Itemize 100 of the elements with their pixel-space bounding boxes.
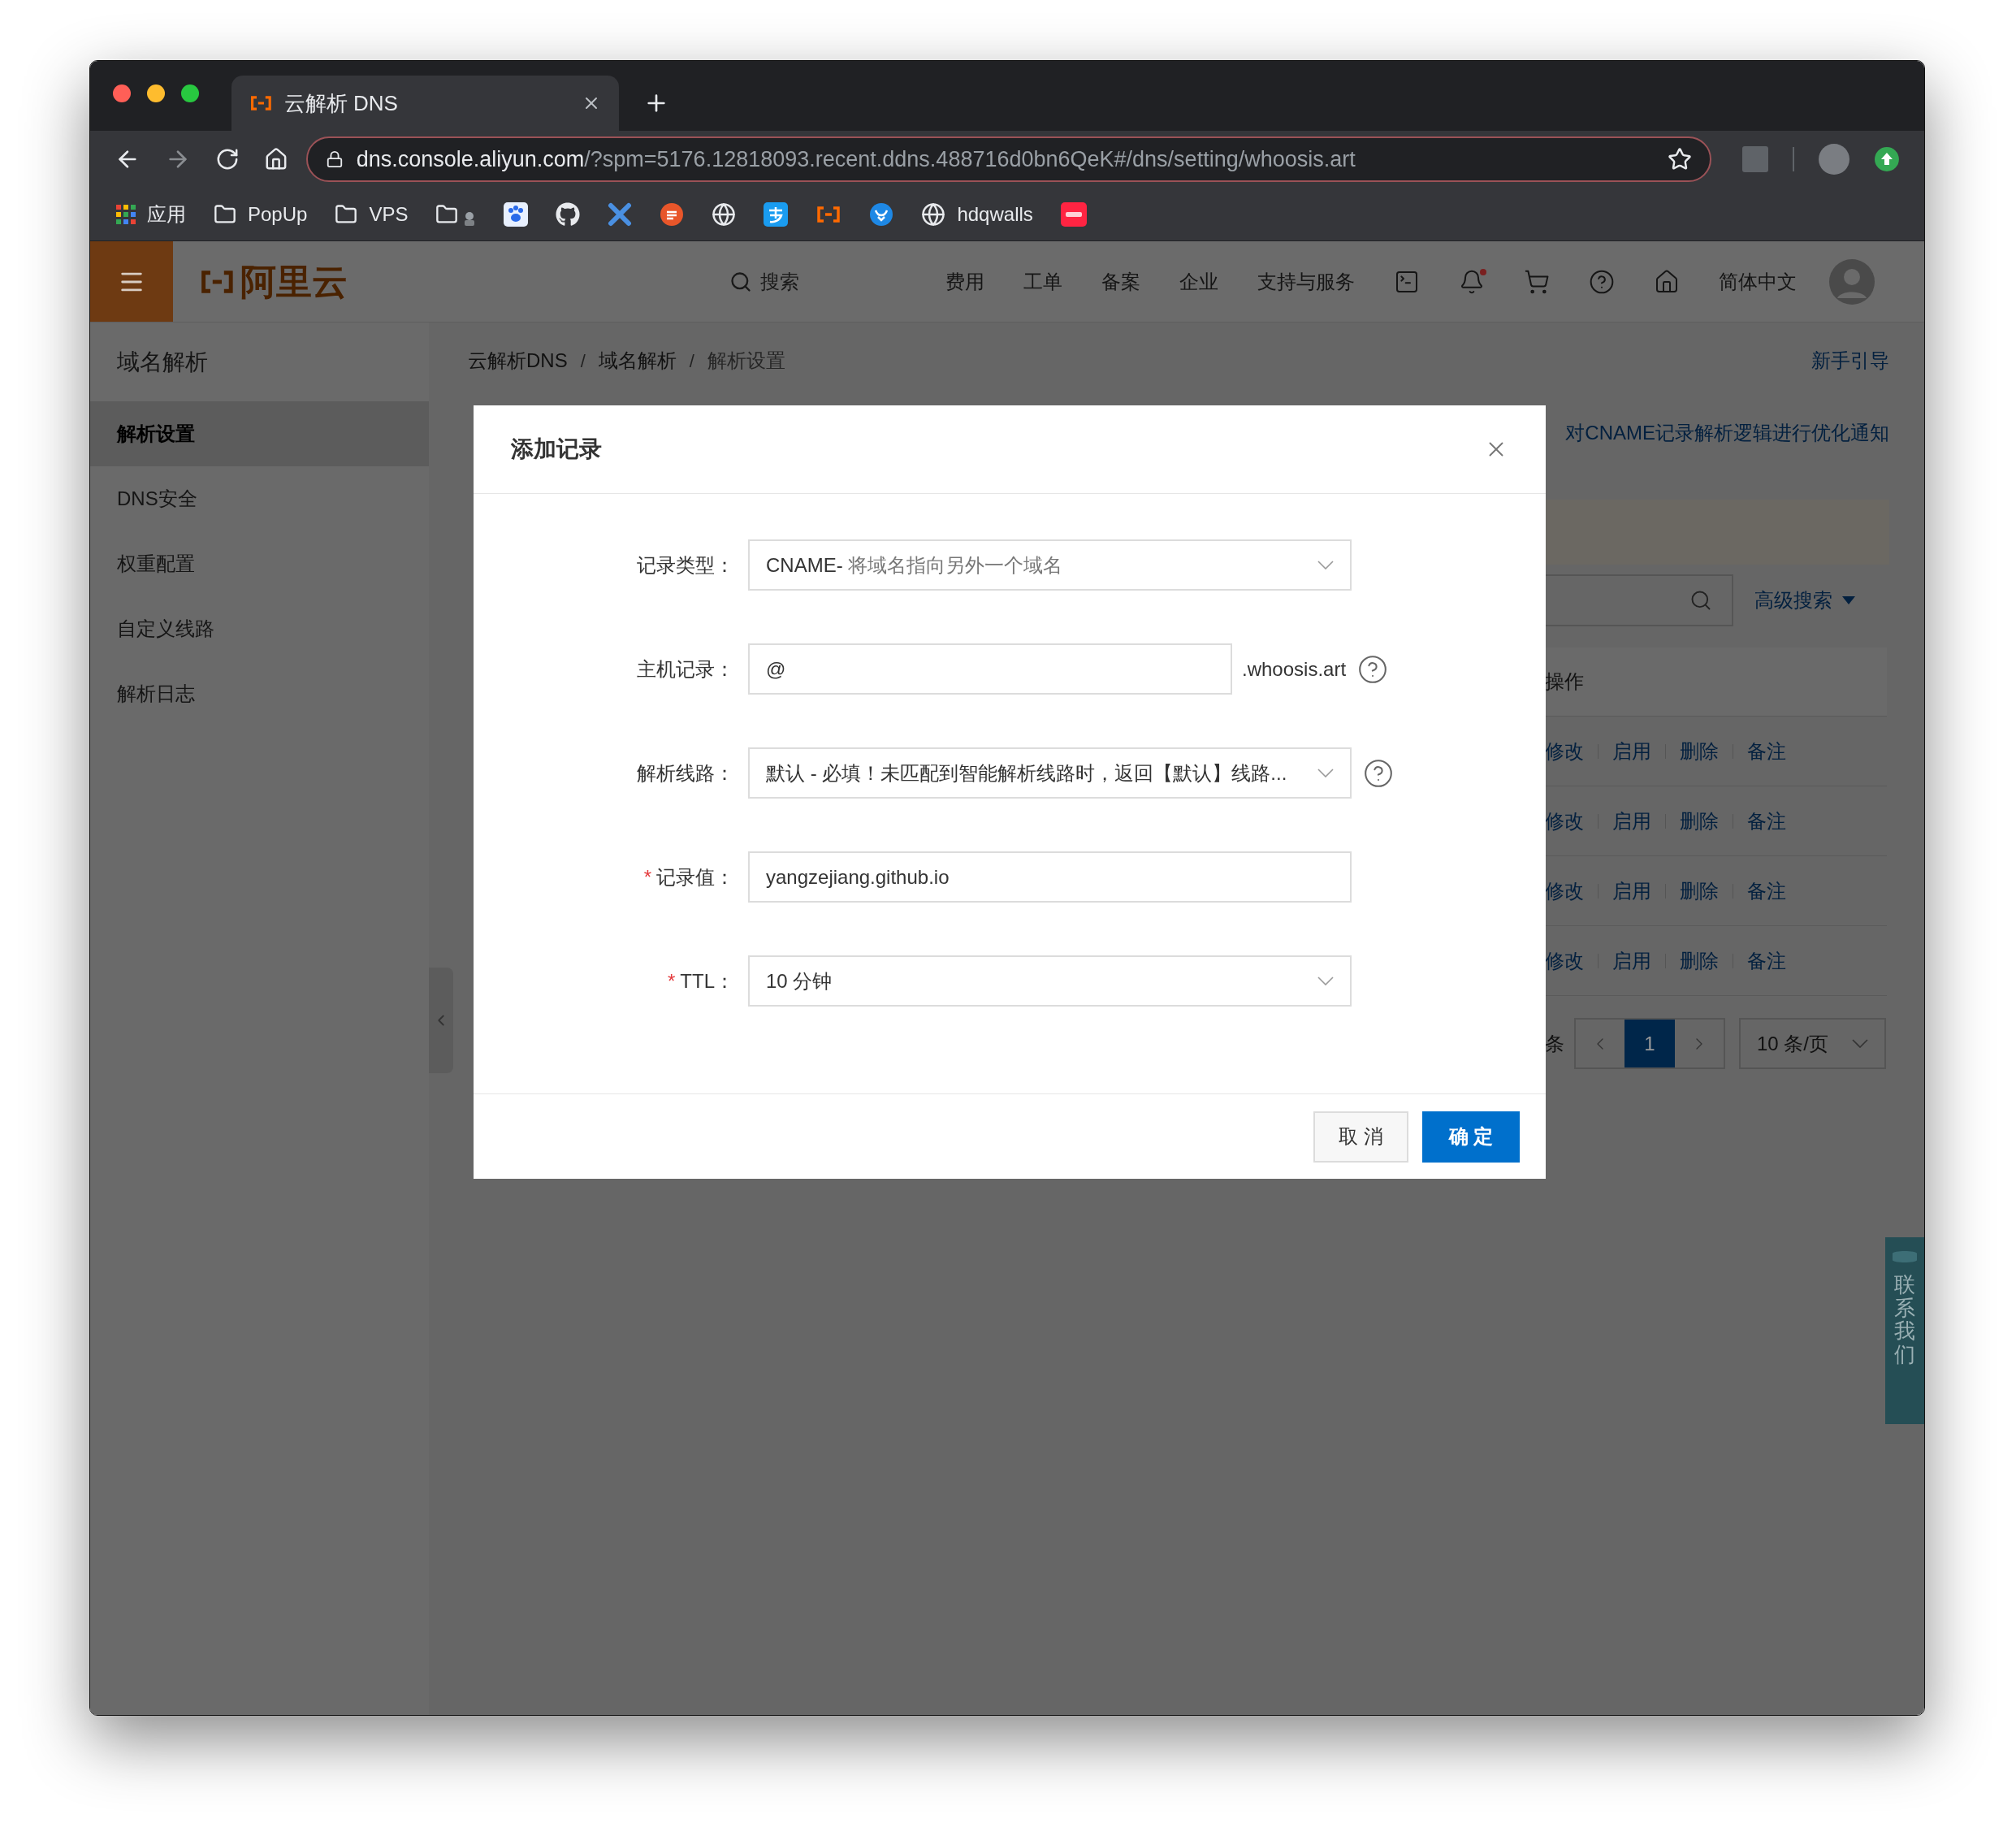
bookmark-item[interactable]: VPS bbox=[335, 199, 409, 229]
action-link[interactable]: 启用 bbox=[1612, 806, 1651, 836]
field-label: 解析线路： bbox=[637, 760, 734, 786]
column-header: 操作 bbox=[1545, 669, 1584, 694]
bookmark-item[interactable] bbox=[435, 202, 477, 226]
maximize-window-button[interactable] bbox=[181, 84, 199, 102]
folder-icon bbox=[214, 202, 236, 226]
search-icon bbox=[729, 270, 752, 293]
bookmark-item[interactable]: hdqwalls bbox=[921, 199, 1033, 229]
notice-link[interactable]: 对CNAME记录解析逻辑进行优化通知 bbox=[1565, 418, 1889, 448]
advanced-search-link[interactable]: 高级搜索 bbox=[1754, 586, 1855, 615]
globe-icon bbox=[921, 201, 946, 227]
cancel-button[interactable]: 取 消 bbox=[1313, 1111, 1408, 1163]
page-button[interactable]: 1 bbox=[1624, 1020, 1675, 1067]
sidebar-item[interactable]: 权重配置 bbox=[90, 531, 429, 596]
text-input[interactable]: @ bbox=[748, 643, 1232, 695]
dialog-title: 添加记录 bbox=[511, 435, 602, 463]
action-link[interactable]: 删除 bbox=[1680, 876, 1719, 906]
bookmark-item[interactable] bbox=[1060, 201, 1087, 227]
breadcrumb-separator: / bbox=[580, 349, 586, 373]
confirm-button[interactable]: 确 定 bbox=[1422, 1111, 1520, 1163]
chevron-down-icon bbox=[1317, 976, 1334, 985]
nav-link[interactable]: 费用 bbox=[945, 266, 984, 297]
action-link[interactable]: 修改 bbox=[1545, 946, 1584, 976]
nav-link[interactable]: 支持与服务 bbox=[1257, 266, 1355, 297]
action-link[interactable]: 修改 bbox=[1545, 736, 1584, 766]
url-text: dns.console.aliyun.com/?spm=5176.12818093.recent.ddns.488716d0bn6QeK#/dns/setting/whoosis.art bbox=[356, 145, 1356, 173]
chevron-down-icon bbox=[1852, 1039, 1868, 1048]
paw-icon bbox=[504, 201, 529, 227]
breadcrumb-separator: / bbox=[689, 349, 694, 373]
lock-icon bbox=[325, 150, 344, 168]
domain-suffix: .whoosis.art bbox=[1242, 656, 1347, 682]
language-label[interactable]: 简体中文 bbox=[1718, 266, 1797, 297]
action-link[interactable]: 启用 bbox=[1612, 736, 1651, 766]
action-link[interactable]: 备注 bbox=[1747, 876, 1786, 906]
select-field[interactable]: 10 分钟 bbox=[748, 955, 1352, 1007]
nav-link[interactable]: 工单 bbox=[1023, 266, 1062, 297]
help-icon[interactable] bbox=[1357, 653, 1389, 685]
chat-bubble-icon bbox=[660, 201, 685, 227]
caret-icon bbox=[1842, 596, 1855, 604]
folder-icon bbox=[335, 202, 358, 226]
field-label: 主机记录： bbox=[637, 656, 734, 682]
bookmark-star-icon[interactable] bbox=[1668, 147, 1693, 171]
nav-link[interactable]: 企业 bbox=[1179, 266, 1218, 297]
select-field[interactable]: CNAME- 将域名指向另外一个域名 bbox=[748, 539, 1352, 591]
sidebar-item[interactable]: 自定义线路 bbox=[90, 596, 429, 661]
globe-icon bbox=[712, 201, 737, 227]
browser-tab[interactable]: 云解析 DNS bbox=[231, 76, 619, 131]
bookmark-item[interactable] bbox=[660, 201, 685, 227]
action-link[interactable]: 备注 bbox=[1747, 946, 1786, 976]
action-link[interactable]: 删除 bbox=[1680, 736, 1719, 766]
field-label: TTL： bbox=[680, 968, 734, 994]
help-icon[interactable] bbox=[1588, 268, 1615, 295]
required-asterisk: * bbox=[668, 968, 676, 994]
contact-us-tab[interactable]: 联系我们 bbox=[1885, 1237, 1924, 1424]
bookmark-item[interactable] bbox=[556, 201, 581, 227]
action-link[interactable]: 备注 bbox=[1747, 806, 1786, 836]
sidebar-item[interactable]: 解析日志 bbox=[90, 661, 429, 726]
search-icon bbox=[1689, 589, 1712, 612]
breadcrumb-item: 解析设置 bbox=[707, 349, 785, 373]
apps-grid-icon bbox=[116, 204, 136, 224]
logo-icon bbox=[199, 270, 236, 293]
payment-app-icon bbox=[764, 201, 789, 227]
address-bar[interactable]: dns.console.aliyun.com/?spm=5176.12818093.recent.ddns.488716d0bn6QeK#/dns/setting/whoosis.art bbox=[305, 136, 1712, 182]
action-link[interactable]: 备注 bbox=[1747, 736, 1786, 766]
action-link[interactable]: 启用 bbox=[1612, 876, 1651, 906]
field-label: 记录值： bbox=[656, 864, 734, 890]
folder-with-user-icon bbox=[435, 202, 477, 226]
guide-link[interactable]: 新手引导 bbox=[1811, 346, 1889, 375]
bookmark-item[interactable] bbox=[764, 201, 789, 227]
collapse-handle[interactable] bbox=[429, 968, 453, 1073]
cross-icon bbox=[608, 201, 633, 227]
bookmark-item[interactable] bbox=[504, 201, 529, 227]
bookmark-item[interactable]: 应用 bbox=[116, 199, 186, 229]
total-count-text: 条 bbox=[1545, 1031, 1564, 1056]
search-field[interactable]: 搜索 bbox=[729, 266, 799, 297]
page-size-select[interactable]: 10 条/页 bbox=[1739, 1018, 1886, 1069]
nav-link[interactable]: 备案 bbox=[1101, 266, 1140, 297]
action-link[interactable]: 修改 bbox=[1545, 806, 1584, 836]
sidebar-item[interactable]: 解析设置 bbox=[90, 401, 429, 466]
action-link[interactable]: 启用 bbox=[1612, 946, 1651, 976]
close-window-button[interactable] bbox=[113, 84, 131, 102]
cart-icon[interactable] bbox=[1523, 268, 1550, 295]
action-link[interactable]: 修改 bbox=[1545, 876, 1584, 906]
menu-button[interactable] bbox=[90, 241, 173, 322]
minimize-window-button[interactable] bbox=[147, 84, 165, 102]
sidebar-item[interactable]: DNS安全 bbox=[90, 466, 429, 531]
breadcrumb-item[interactable]: 域名解析 bbox=[598, 346, 677, 375]
sidebar-title: 域名解析 bbox=[117, 348, 208, 376]
help-icon[interactable] bbox=[1363, 757, 1394, 789]
action-link[interactable]: 删除 bbox=[1680, 946, 1719, 976]
chevron-down-icon bbox=[1317, 561, 1334, 569]
profile-avatar[interactable] bbox=[1819, 144, 1850, 175]
select-field[interactable]: 默认 - 必填！未匹配到智能解析线路时，返回【默认】线路... bbox=[748, 747, 1352, 799]
bookmark-item[interactable]: PopUp bbox=[214, 199, 308, 229]
home-icon[interactable] bbox=[263, 147, 288, 171]
breadcrumb-item[interactable]: 云解析DNS bbox=[468, 346, 568, 375]
notebook-app-icon bbox=[1060, 201, 1087, 227]
text-input[interactable]: yangzejiang.github.io bbox=[748, 851, 1352, 903]
action-link[interactable]: 删除 bbox=[1680, 806, 1719, 836]
